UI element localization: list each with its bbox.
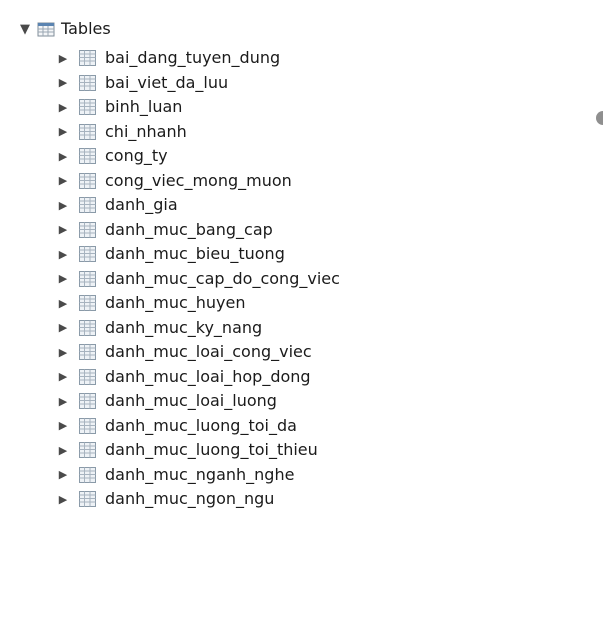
folder-tables-icon (37, 21, 55, 37)
table-name-label: danh_muc_luong_toi_da (105, 415, 297, 435)
table-name-label: danh_muc_luong_toi_thieu (105, 440, 318, 460)
table-row[interactable]: ▶ danh_muc_luong_toi_thieu (58, 438, 340, 463)
table-name-label: bai_viet_da_luu (105, 72, 229, 92)
table-row[interactable]: ▶ danh_muc_bieu_tuong (58, 242, 340, 267)
table-icon (78, 491, 96, 508)
table-row[interactable]: ▶ danh_muc_luong_toi_da (58, 414, 340, 439)
table-row[interactable]: ▶ chi_nhanh (58, 120, 340, 145)
table-name-label: danh_muc_loai_luong (105, 391, 277, 411)
table-icon (78, 246, 96, 263)
table-icon (78, 99, 96, 116)
expand-arrow-right-icon[interactable]: ▶ (58, 193, 68, 217)
table-name-label: danh_muc_ky_nang (105, 317, 263, 337)
expand-arrow-right-icon[interactable]: ▶ (58, 46, 68, 70)
table-name-label: danh_muc_bieu_tuong (105, 244, 285, 264)
expand-arrow-right-icon[interactable]: ▶ (58, 169, 68, 193)
expand-arrow-right-icon[interactable]: ▶ (58, 438, 68, 462)
table-row[interactable]: ▶ bai_viet_da_luu (58, 71, 340, 96)
expand-arrow-right-icon[interactable]: ▶ (58, 242, 68, 266)
table-icon (78, 74, 96, 91)
tree-node-tables[interactable]: ▼ Tables (18, 17, 111, 41)
table-name-label: danh_gia (105, 195, 178, 215)
table-name-label: danh_muc_cap_do_cong_viec (105, 268, 340, 288)
table-icon (78, 442, 96, 459)
table-row[interactable]: ▶ bai_dang_tuyen_dung (58, 46, 340, 71)
table-name-label: chi_nhanh (105, 121, 187, 141)
expand-arrow-right-icon[interactable]: ▶ (58, 463, 68, 487)
table-name-label: danh_muc_bang_cap (105, 219, 273, 239)
table-row[interactable]: ▶ danh_muc_nganh_nghe (58, 463, 340, 488)
table-row[interactable]: ▶ danh_muc_loai_luong (58, 389, 340, 414)
tree-node-label: Tables (61, 19, 111, 38)
table-row[interactable]: ▶ danh_muc_loai_hop_dong (58, 365, 340, 390)
expand-arrow-right-icon[interactable]: ▶ (58, 95, 68, 119)
table-icon (78, 466, 96, 483)
table-row[interactable]: ▶ danh_muc_cap_do_cong_viec (58, 267, 340, 292)
expand-arrow-right-icon[interactable]: ▶ (58, 267, 68, 291)
table-name-label: cong_ty (105, 146, 168, 166)
expand-arrow-right-icon[interactable]: ▶ (58, 340, 68, 364)
table-icon (78, 221, 96, 238)
table-name-label: danh_muc_ngon_ngu (105, 489, 275, 509)
table-icon (78, 270, 96, 287)
table-icon (78, 197, 96, 214)
tables-list: ▶ bai_dang_tuyen_dung ▶ bai_viet_da_luu ▶ bin… (58, 46, 340, 512)
table-row[interactable]: ▶ cong_ty (58, 144, 340, 169)
scrollbar-indicator[interactable] (596, 111, 603, 125)
table-name-label: cong_viec_mong_muon (105, 170, 292, 190)
expand-arrow-right-icon[interactable]: ▶ (58, 316, 68, 340)
table-row[interactable]: ▶ danh_muc_ky_nang (58, 316, 340, 341)
table-icon (78, 368, 96, 385)
table-row[interactable]: ▶ danh_muc_bang_cap (58, 218, 340, 243)
expand-arrow-right-icon[interactable]: ▶ (58, 71, 68, 95)
expand-arrow-right-icon[interactable]: ▶ (58, 218, 68, 242)
table-name-label: danh_muc_loai_hop_dong (105, 366, 311, 386)
expand-arrow-right-icon[interactable]: ▶ (58, 389, 68, 413)
expand-arrow-right-icon[interactable]: ▶ (58, 487, 68, 511)
table-icon (78, 417, 96, 434)
table-icon (78, 50, 96, 67)
expand-arrow-right-icon[interactable]: ▶ (58, 414, 68, 438)
table-row[interactable]: ▶ danh_muc_loai_cong_viec (58, 340, 340, 365)
table-icon (78, 123, 96, 140)
table-icon (78, 344, 96, 361)
table-icon (78, 319, 96, 336)
expand-arrow-right-icon[interactable]: ▶ (58, 144, 68, 168)
table-name-label: danh_muc_huyen (105, 293, 246, 313)
table-icon (78, 295, 96, 312)
schema-tree: ▼ Tables ▶ bai_dang_tuyen_dung ▶ bai_viet_d… (0, 0, 603, 638)
table-name-label: danh_muc_nganh_nghe (105, 464, 295, 484)
table-icon (78, 148, 96, 165)
table-name-label: binh_luan (105, 97, 183, 117)
table-row[interactable]: ▶ danh_muc_ngon_ngu (58, 487, 340, 512)
expand-arrow-down-icon[interactable]: ▼ (18, 17, 32, 41)
table-row[interactable]: ▶ danh_gia (58, 193, 340, 218)
table-row[interactable]: ▶ cong_viec_mong_muon (58, 169, 340, 194)
expand-arrow-right-icon[interactable]: ▶ (58, 120, 68, 144)
table-name-label: danh_muc_loai_cong_viec (105, 342, 312, 362)
table-icon (78, 393, 96, 410)
expand-arrow-right-icon[interactable]: ▶ (58, 291, 68, 315)
table-row[interactable]: ▶ danh_muc_huyen (58, 291, 340, 316)
table-icon (78, 172, 96, 189)
expand-arrow-right-icon[interactable]: ▶ (58, 365, 68, 389)
table-row[interactable]: ▶ binh_luan (58, 95, 340, 120)
table-name-label: bai_dang_tuyen_dung (105, 48, 281, 68)
